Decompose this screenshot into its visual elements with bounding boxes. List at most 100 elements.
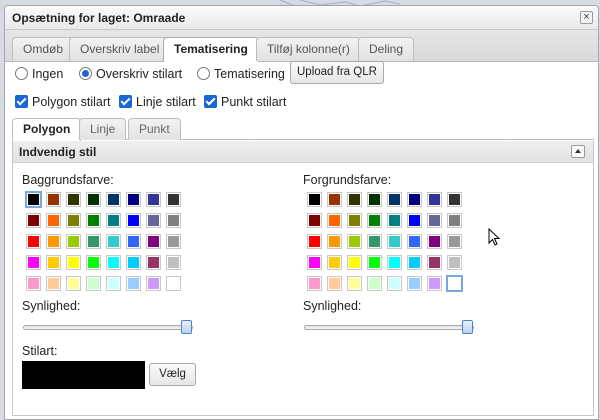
color-swatch[interactable] (407, 276, 422, 291)
checkbox-polygon[interactable] (15, 95, 28, 108)
close-button[interactable]: × (580, 11, 593, 24)
color-swatch[interactable] (427, 213, 442, 228)
radio-ingen[interactable]: Ingen (15, 67, 63, 81)
color-swatch[interactable] (126, 192, 141, 207)
tab-omdob[interactable]: Omdøb (12, 37, 75, 61)
color-swatch[interactable] (387, 192, 402, 207)
color-swatch[interactable] (106, 192, 121, 207)
color-swatch[interactable] (447, 255, 462, 270)
collapse-icon[interactable] (571, 145, 585, 158)
subtab-linje[interactable]: Linje (79, 118, 127, 140)
color-swatch[interactable] (126, 234, 141, 249)
color-swatch[interactable] (387, 255, 402, 270)
check-polygon-stilart[interactable]: Polygon stilart (15, 95, 111, 109)
slider-thumb[interactable] (462, 320, 473, 334)
color-swatch[interactable] (66, 276, 81, 291)
color-swatch[interactable] (327, 276, 342, 291)
color-swatch[interactable] (86, 255, 101, 270)
color-swatch[interactable] (66, 255, 81, 270)
color-swatch[interactable] (407, 255, 422, 270)
color-swatch[interactable] (427, 192, 442, 207)
check-punkt-stilart[interactable]: Punkt stilart (204, 95, 286, 109)
color-swatch[interactable] (447, 234, 462, 249)
radio-tematisering-control[interactable] (197, 67, 210, 80)
color-swatch[interactable] (86, 213, 101, 228)
color-swatch[interactable] (106, 234, 121, 249)
color-swatch[interactable] (367, 276, 382, 291)
slider-thumb[interactable] (181, 320, 192, 334)
color-swatch[interactable] (367, 192, 382, 207)
color-swatch[interactable] (86, 276, 101, 291)
checkbox-linje[interactable] (119, 95, 132, 108)
color-swatch[interactable] (407, 234, 422, 249)
color-swatch[interactable] (106, 255, 121, 270)
color-swatch[interactable] (46, 276, 61, 291)
color-swatch[interactable] (126, 276, 141, 291)
color-swatch[interactable] (146, 255, 161, 270)
color-swatch[interactable] (427, 255, 442, 270)
color-swatch[interactable] (307, 276, 322, 291)
dialog-titlebar[interactable]: Opsætning for laget: Omraade × (5, 6, 598, 30)
color-swatch[interactable] (347, 213, 362, 228)
color-swatch[interactable] (407, 192, 422, 207)
color-swatch[interactable] (166, 213, 181, 228)
subtab-punkt[interactable]: Punkt (128, 118, 181, 140)
color-swatch[interactable] (106, 276, 121, 291)
color-swatch[interactable] (26, 276, 41, 291)
color-swatch[interactable] (447, 192, 462, 207)
color-swatch[interactable] (347, 234, 362, 249)
color-swatch[interactable] (367, 255, 382, 270)
color-swatch[interactable] (387, 276, 402, 291)
radio-tematisering[interactable]: Tematisering (197, 67, 285, 81)
color-swatch[interactable] (446, 275, 463, 292)
color-swatch[interactable] (26, 213, 41, 228)
radio-overskriv-stilart-control[interactable] (79, 67, 92, 80)
color-swatch[interactable] (126, 255, 141, 270)
tab-tematisering[interactable]: Tematisering (163, 37, 259, 62)
color-swatch[interactable] (407, 213, 422, 228)
color-swatch[interactable] (347, 276, 362, 291)
color-swatch[interactable] (447, 213, 462, 228)
color-swatch[interactable] (166, 255, 181, 270)
color-swatch[interactable] (146, 234, 161, 249)
tab-deling[interactable]: Deling (358, 37, 415, 61)
color-swatch[interactable] (46, 234, 61, 249)
tab-tilfoj-kolonner[interactable]: Tilføj kolonne(r) (256, 37, 361, 61)
color-swatch[interactable] (46, 255, 61, 270)
color-swatch[interactable] (307, 234, 322, 249)
foreground-opacity-slider[interactable] (304, 320, 474, 336)
choose-style-button[interactable]: Vælg (149, 363, 196, 386)
color-swatch[interactable] (367, 234, 382, 249)
color-swatch[interactable] (307, 192, 322, 207)
color-swatch[interactable] (427, 276, 442, 291)
color-swatch[interactable] (86, 234, 101, 249)
checkbox-punkt[interactable] (204, 95, 217, 108)
color-swatch[interactable] (66, 192, 81, 207)
color-swatch[interactable] (347, 255, 362, 270)
color-swatch[interactable] (86, 192, 101, 207)
color-swatch[interactable] (146, 192, 161, 207)
upload-qlr-button[interactable]: Upload fra QLR (290, 61, 384, 84)
color-swatch[interactable] (347, 192, 362, 207)
color-swatch[interactable] (126, 213, 141, 228)
radio-ingen-control[interactable] (15, 67, 28, 80)
color-swatch[interactable] (327, 234, 342, 249)
color-swatch[interactable] (367, 213, 382, 228)
color-swatch[interactable] (427, 234, 442, 249)
color-swatch[interactable] (387, 213, 402, 228)
color-swatch[interactable] (146, 276, 161, 291)
tab-overskriv-label[interactable]: Overskriv label (69, 37, 171, 61)
background-opacity-slider[interactable] (23, 320, 193, 336)
color-swatch[interactable] (327, 255, 342, 270)
color-swatch[interactable] (327, 213, 342, 228)
color-swatch[interactable] (307, 255, 322, 270)
color-swatch[interactable] (46, 192, 61, 207)
color-swatch[interactable] (166, 234, 181, 249)
color-swatch[interactable] (146, 213, 161, 228)
color-swatch[interactable] (166, 192, 181, 207)
check-linje-stilart[interactable]: Linje stilart (119, 95, 196, 109)
color-swatch[interactable] (327, 192, 342, 207)
color-swatch[interactable] (166, 276, 181, 291)
color-swatch[interactable] (46, 213, 61, 228)
subtab-polygon[interactable]: Polygon (12, 118, 82, 141)
